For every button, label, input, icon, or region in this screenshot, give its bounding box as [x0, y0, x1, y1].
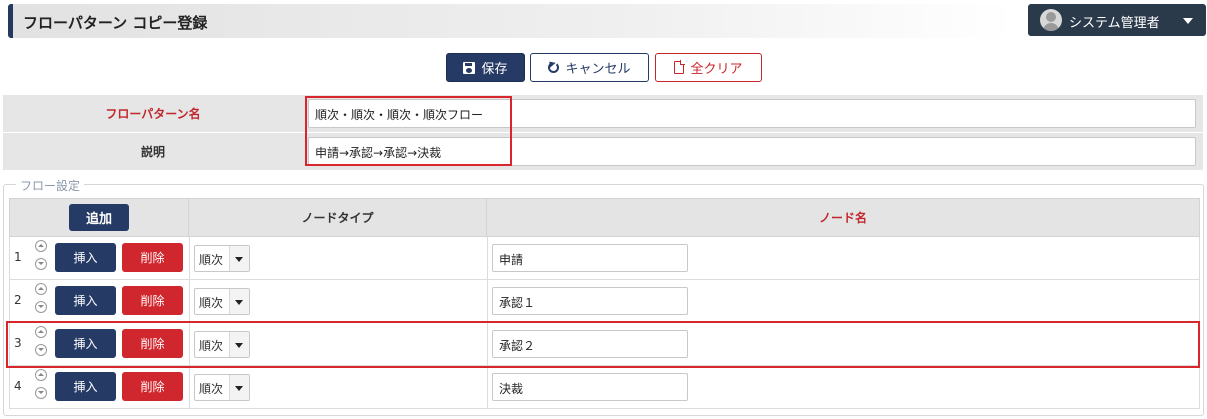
flow-settings-legend: フロー設定 [16, 177, 85, 194]
node-type-value: 順次 [199, 296, 224, 310]
clear-label: 全クリア [690, 62, 743, 77]
delete-button[interactable]: 削除 [122, 372, 183, 401]
node-type-select[interactable]: 順次 [194, 288, 250, 315]
row-number: 4 [14, 379, 22, 393]
move-down-icon[interactable] [35, 301, 47, 313]
save-label: 保存 [481, 62, 508, 77]
move-up-icon[interactable] [35, 369, 47, 381]
column-divider [189, 237, 190, 279]
table-header-node-name: ノード名 [486, 198, 1200, 237]
description-label: 説明 [140, 145, 165, 159]
table-row: 4 挿入 削除 順次 決裁 [9, 366, 1200, 409]
delete-button[interactable]: 削除 [122, 286, 183, 315]
insert-button[interactable]: 挿入 [55, 372, 116, 401]
user-menu[interactable]: システム管理者 [1028, 4, 1206, 36]
row-number: 1 [14, 250, 22, 264]
highlight-box-row [6, 321, 1200, 368]
dropdown-arrow-icon [229, 289, 249, 314]
column-divider [487, 366, 488, 408]
user-avatar-icon [1040, 9, 1062, 31]
node-name-input[interactable]: 決裁 [492, 373, 688, 401]
floppy-disk-icon [463, 61, 476, 74]
description-row: 説明 申請→承認→承認→決裁 [3, 133, 1203, 170]
column-divider [189, 366, 190, 408]
file-icon [674, 60, 686, 74]
page-title: フローパターン コピー登録 [23, 14, 208, 32]
node-name-input[interactable]: 承認１ [492, 287, 688, 315]
node-type-select[interactable]: 順次 [194, 245, 250, 272]
node-type-value: 順次 [199, 253, 224, 267]
insert-button[interactable]: 挿入 [55, 243, 116, 272]
table-row: 2 挿入 削除 順次 承認１ [9, 280, 1200, 323]
row-number: 2 [14, 293, 22, 307]
highlight-box-form [305, 96, 512, 166]
cancel-button[interactable]: キャンセル [530, 53, 649, 82]
pattern-name-label: フローパターン名 [105, 107, 201, 121]
dropdown-arrow-icon [229, 375, 249, 400]
move-up-icon[interactable] [35, 240, 47, 252]
add-node-button[interactable]: 追加 [69, 204, 129, 231]
move-up-icon[interactable] [35, 283, 47, 295]
move-down-icon[interactable] [35, 258, 47, 270]
column-divider [189, 280, 190, 322]
column-divider [487, 237, 488, 279]
title-bar: フローパターン コピー登録 [8, 4, 1014, 38]
page-header: フローパターン コピー登録 システム管理者 [0, 0, 1207, 40]
undo-icon [548, 62, 560, 73]
chevron-down-icon [1183, 18, 1193, 24]
cancel-label: キャンセル [565, 62, 631, 77]
user-name: システム管理者 [1069, 16, 1160, 31]
node-type-value: 順次 [199, 382, 224, 396]
node-name-input[interactable]: 申請 [492, 244, 688, 272]
delete-button[interactable]: 削除 [122, 243, 183, 272]
move-down-icon[interactable] [35, 387, 47, 399]
column-divider [487, 280, 488, 322]
insert-button[interactable]: 挿入 [55, 286, 116, 315]
table-header-node-type: ノードタイプ [188, 198, 487, 237]
clear-all-button[interactable]: 全クリア [655, 53, 762, 82]
dropdown-arrow-icon [229, 246, 249, 271]
save-button[interactable]: 保存 [446, 53, 525, 82]
node-type-select[interactable]: 順次 [194, 374, 250, 401]
table-header-actions: 追加 [9, 198, 189, 237]
pattern-name-row: フローパターン名 順次・順次・順次・順次フロー [3, 95, 1203, 132]
table-row: 1 挿入 削除 順次 申請 [9, 237, 1200, 280]
